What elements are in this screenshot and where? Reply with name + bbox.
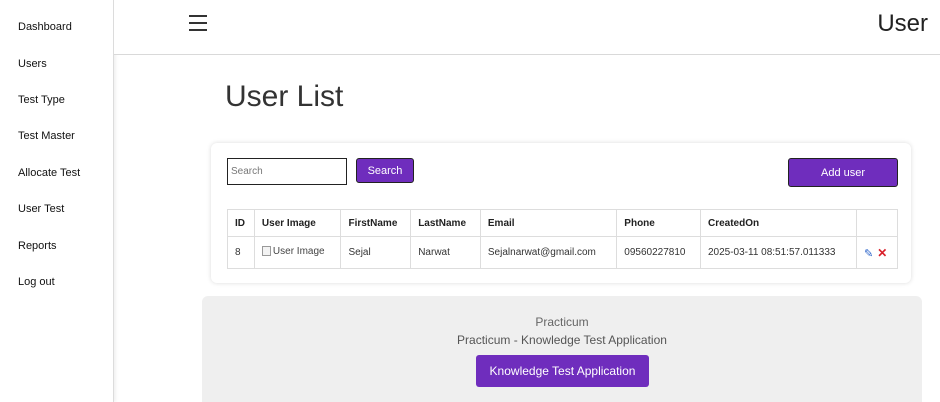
pencil-icon[interactable]: ✎	[864, 248, 873, 260]
search-button[interactable]: Search	[356, 158, 414, 183]
page-title: User List	[225, 80, 344, 113]
sidebar: Dashboard Users Test Type Test Master Al…	[0, 0, 114, 402]
cell-email: Sejalnarwat@gmail.com	[479, 236, 618, 269]
column-header-email: Email	[479, 209, 618, 237]
column-header-phone: Phone	[616, 209, 701, 237]
cell-actions: ✎ ✕	[856, 236, 898, 269]
column-header-createdon: CreatedOn	[699, 209, 858, 237]
sidebar-item-allocate-test[interactable]: Allocate Test	[18, 167, 80, 179]
broken-image-icon	[261, 246, 271, 257]
sidebar-item-reports[interactable]: Reports	[18, 240, 57, 252]
user-list-card: Search Add user ID User Image FirstName …	[211, 143, 911, 283]
sidebar-item-test-type[interactable]: Test Type	[18, 94, 65, 106]
footer-subtitle: Practicum - Knowledge Test Application	[457, 333, 667, 347]
column-header-lastname: LastName	[410, 209, 481, 237]
cell-created-on: 2025-03-11 08:51:57.011333	[699, 236, 858, 269]
column-header-id: ID	[227, 209, 255, 237]
column-header-actions	[856, 209, 898, 237]
cell-phone: 09560227810	[616, 236, 701, 269]
users-table: ID User Image FirstName LastName Email P…	[227, 209, 898, 269]
table-header-row: ID User Image FirstName LastName Email P…	[227, 209, 898, 237]
user-image: User Image	[261, 245, 325, 257]
knowledge-test-application-button[interactable]: Knowledge Test Application	[476, 355, 649, 387]
column-header-user-image: User Image	[253, 209, 342, 237]
sidebar-item-user-test[interactable]: User Test	[18, 203, 64, 215]
add-user-button[interactable]: Add user	[788, 158, 898, 187]
sidebar-item-dashboard[interactable]: Dashboard	[18, 21, 72, 33]
cell-first-name: Sejal	[340, 236, 412, 269]
sidebar-item-users[interactable]: Users	[18, 58, 47, 70]
footer-brand: Practicum	[535, 315, 589, 329]
sidebar-item-test-master[interactable]: Test Master	[18, 130, 75, 142]
column-header-firstname: FirstName	[340, 209, 412, 237]
cell-user-image: User Image	[253, 236, 342, 269]
top-bar: User	[114, 0, 940, 55]
sidebar-item-log-out[interactable]: Log out	[18, 276, 55, 288]
search-input[interactable]	[227, 158, 347, 185]
footer: Practicum Practicum - Knowledge Test App…	[202, 296, 922, 402]
cell-last-name: Narwat	[410, 236, 481, 269]
cell-id: 8	[227, 236, 255, 269]
user-image-alt-text: User Image	[272, 245, 325, 257]
hamburger-icon[interactable]	[189, 15, 207, 31]
table-row: 8 User Image Sejal Narwat Sejalnarwat@gm…	[227, 236, 898, 269]
header-title: User	[877, 10, 928, 37]
close-icon[interactable]: ✕	[877, 246, 887, 260]
